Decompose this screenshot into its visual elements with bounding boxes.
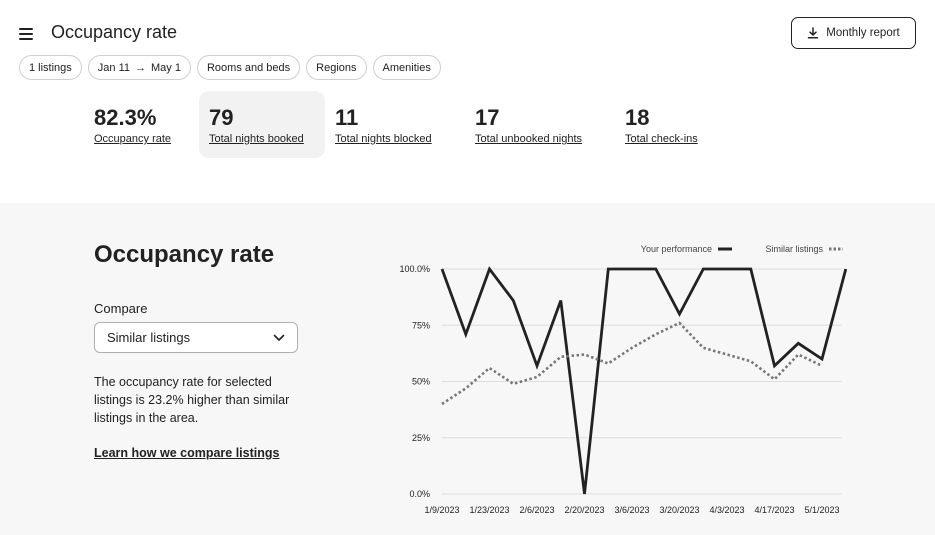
filter-regions[interactable]: Regions [306,55,367,80]
stat-label: Total nights booked [209,133,304,145]
chevron-down-icon [273,334,285,341]
y-tick-label: 25% [412,433,430,443]
date-end: May 1 [151,61,181,74]
stat-value: 18 [625,105,650,130]
date-start: Jan 11 [97,61,131,74]
y-tick-label: 100.0% [399,264,430,274]
x-tick-label: 2/6/2023 [519,505,554,515]
x-tick-label: 3/6/2023 [614,505,649,515]
series-similar-listings-line [441,321,823,406]
compare-label: Compare [94,301,148,316]
filter-date-range[interactable]: Jan 11 → May 1 [87,55,191,80]
x-tick-label: 4/3/2023 [709,505,744,515]
monthly-report-button[interactable]: Monthly report [791,17,916,49]
stat-total-check-ins[interactable]: 18 Total check-ins [615,91,725,158]
stat-label: Occupancy rate [94,133,172,145]
stat-value: 17 [475,105,500,130]
filter-rooms-and-beds[interactable]: Rooms and beds [196,55,301,80]
compare-selected-value: Similar listings [107,330,191,345]
y-tick-label: 75% [412,320,430,330]
stat-total-nights-booked[interactable]: 79 Total nights booked [199,91,325,158]
stat-label: Total unbooked nights [475,133,583,145]
filter-bar: 1 listings Jan 11 → May 1 Rooms and beds… [19,55,441,80]
stat-value: 82.3% [94,105,157,130]
section-title: Occupancy rate [94,241,275,268]
page-title: Occupancy rate [51,22,178,42]
filter-rooms-label: Rooms and beds [206,61,291,74]
comparison-description: The occupancy rate for selected listings… [94,375,290,425]
stat-occupancy-rate[interactable]: 82.3% Occupancy rate [84,91,199,158]
monthly-report-label: Monthly report [826,27,900,39]
filter-regions-label: Regions [316,61,357,74]
filter-listings-label: 1 listings [29,61,72,74]
x-tick-label: 1/9/2023 [424,505,459,515]
hamburger-menu-icon[interactable] [19,28,33,40]
filter-listings[interactable]: 1 listings [19,55,82,80]
filter-amenities[interactable]: Amenities [372,55,441,80]
legend-label: Your performance [641,244,712,254]
y-tick-label: 50% [412,377,430,387]
filter-amenities-label: Amenities [382,61,431,74]
legend-label: Similar listings [765,244,823,254]
top-panel: Occupancy rate Monthly report 1 listings… [0,0,935,203]
stat-label: Total check-ins [625,133,698,145]
y-tick-label: 0.0% [409,489,430,499]
occupancy-line-chart: 100.0% 75% 50% 25% 0.0% 1/9/2023 1/23/2023 2/6/… [399,244,848,515]
stats-row: 82.3% Occupancy rate 79 Total nights boo… [84,91,725,158]
compare-select[interactable]: Similar listings [94,322,298,353]
stat-total-nights-blocked[interactable]: 11 Total nights blocked [325,91,465,158]
learn-compare-link[interactable]: Learn how we compare listings [94,446,279,460]
x-tick-label: 3/20/2023 [659,505,699,515]
x-tick-label: 4/17/2023 [754,505,794,515]
x-tick-label: 5/1/2023 [804,505,839,515]
x-tick-label: 1/23/2023 [469,505,509,515]
stat-value: 79 [209,105,234,130]
arrow-right-icon: → [135,61,147,74]
x-tick-label: 2/20/2023 [564,505,604,515]
stat-value: 11 [335,105,359,130]
download-icon [807,27,819,39]
stat-label: Total nights blocked [335,133,432,145]
stat-total-unbooked-nights[interactable]: 17 Total unbooked nights [465,91,615,158]
